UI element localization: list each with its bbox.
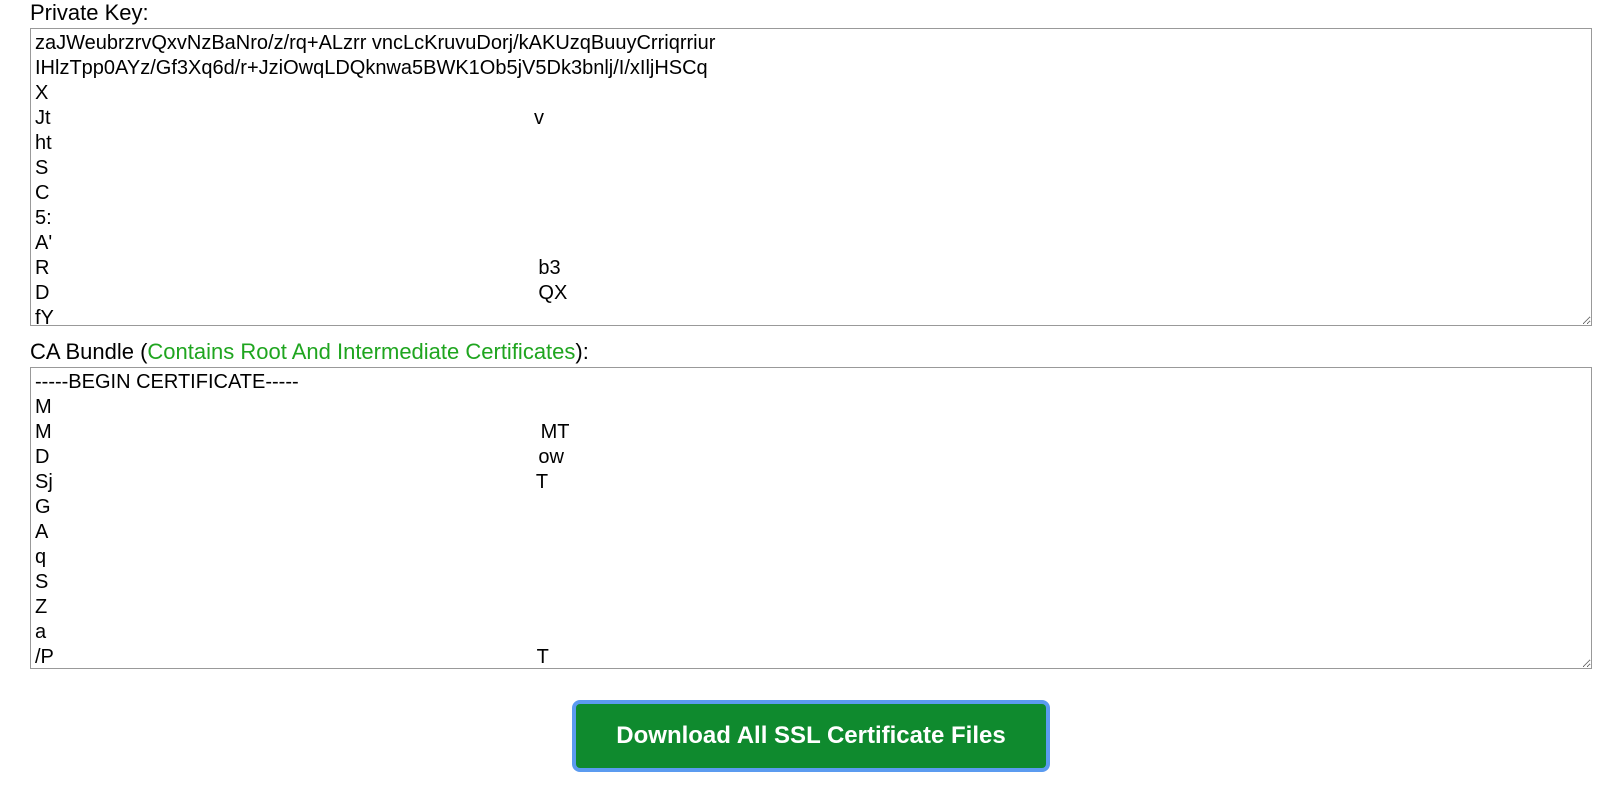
private-key-section: Private Key:: [30, 0, 1592, 331]
download-ssl-button[interactable]: Download All SSL Certificate Files: [576, 704, 1045, 768]
ca-bundle-label: CA Bundle (Contains Root And Intermediat…: [30, 339, 1592, 365]
private-key-label: Private Key:: [30, 0, 1592, 26]
private-key-textarea[interactable]: [30, 28, 1592, 326]
ca-bundle-label-green: Contains Root And Intermediate Certifica…: [147, 339, 575, 364]
ca-bundle-label-prefix: CA Bundle (: [30, 339, 147, 364]
ca-bundle-label-suffix: ):: [575, 339, 588, 364]
ca-bundle-textarea[interactable]: [30, 367, 1592, 669]
ca-bundle-section: CA Bundle (Contains Root And Intermediat…: [30, 339, 1592, 674]
download-button-container: Download All SSL Certificate Files: [30, 704, 1592, 768]
